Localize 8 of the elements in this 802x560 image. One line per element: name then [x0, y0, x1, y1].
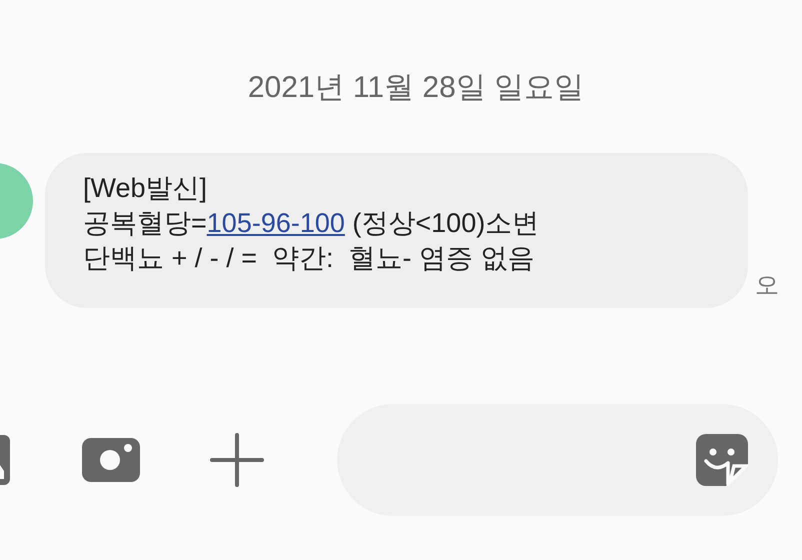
gallery-icon[interactable]: [0, 435, 10, 485]
phone-link[interactable]: 105-96-100: [206, 208, 345, 238]
camera-icon[interactable]: [82, 438, 140, 482]
message-time: 오: [755, 271, 779, 301]
message-bubble: [Web발신] 공복혈당=105-96-100 (정상<100)소변 단백뇨 + / - / = 약간: 혈뇨- 염증 없음: [45, 153, 748, 308]
plus-icon[interactable]: [210, 433, 264, 487]
sticker-icon[interactable]: [696, 434, 748, 486]
date-header: 2021년 11월 28일 일요일: [248, 70, 584, 106]
